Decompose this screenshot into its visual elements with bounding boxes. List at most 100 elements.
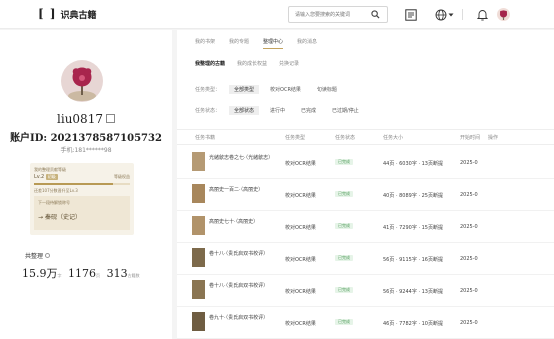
task-size: 46页 · 7782字 · 10页断提 bbox=[383, 321, 443, 327]
level-card: 我的整理贡献等级 Lv.2 初级 等级权益 还差107分数晋升至Lv.3 下一段… bbox=[30, 163, 134, 235]
next-title-text: 秦砚（史记） bbox=[44, 214, 81, 221]
status-badge: 已完成 bbox=[335, 159, 353, 165]
table-row[interactable]: 卷十八·（贵氏启双书校评） 校对OCR结果 已完成 56页 · 9244字 · 13页… bbox=[177, 275, 554, 307]
filter-status-label: 任务状态： bbox=[195, 108, 221, 114]
toc-icon[interactable] bbox=[404, 6, 417, 23]
stats-row: 15.9万字 1176页 313古籍数 bbox=[22, 265, 144, 281]
level-benefits-link[interactable]: 等级权益 bbox=[114, 174, 130, 180]
book-cover[interactable] bbox=[192, 152, 205, 171]
book-title[interactable]: 高丽史七十·（高丽史） bbox=[209, 218, 273, 226]
sub-tabs: 我整理的古籍 我的成长权益 兑换记录 bbox=[195, 60, 299, 67]
phone-value: 181******98 bbox=[74, 147, 112, 154]
logo-text: 识典古籍 bbox=[60, 10, 97, 21]
user-avatar-small[interactable] bbox=[497, 8, 510, 21]
search-box bbox=[288, 6, 388, 23]
task-start-time: 2025-0 bbox=[460, 256, 478, 262]
book-title[interactable]: 光緒歙志卷之七·（光緒歙志） bbox=[209, 154, 273, 162]
stat-pages-num: 1176 bbox=[68, 267, 97, 280]
book-cover[interactable] bbox=[192, 280, 205, 299]
chip-status-expired[interactable]: 已过期/停止 bbox=[327, 106, 364, 115]
chip-type-all[interactable]: 全部类型 bbox=[229, 85, 260, 94]
col-size: 任务大小 bbox=[383, 135, 404, 141]
table-row[interactable]: 卷九十·（贵氏启双书校评） 校对OCR结果 已完成 46页 · 7782字 · 10页… bbox=[177, 307, 554, 339]
subtab-redeem[interactable]: 兑换记录 bbox=[279, 60, 299, 67]
task-size: 56页 · 9115字 · 16页断提 bbox=[383, 257, 443, 263]
stat-books-unit: 古籍数 bbox=[127, 273, 140, 278]
book-cover[interactable] bbox=[192, 312, 205, 331]
col-book: 任务书籍 bbox=[195, 135, 216, 141]
table-row[interactable]: 高丽史一百二·（高丽史） 校对OCR结果 已完成 40页 · 8089字 · 25页断… bbox=[177, 179, 554, 211]
language-switch[interactable] bbox=[433, 6, 455, 23]
subtab-growth[interactable]: 我的成长权益 bbox=[237, 60, 267, 67]
col-status: 任务状态 bbox=[335, 135, 356, 141]
total-label: 共整理 bbox=[25, 251, 51, 260]
tab-bookshelf[interactable]: 我的书架 bbox=[195, 38, 215, 49]
chip-type-punct[interactable]: 句读标题 bbox=[312, 85, 342, 94]
level-progress-bar bbox=[34, 183, 130, 185]
status-badge: 已完成 bbox=[335, 223, 353, 229]
chip-status-all[interactable]: 全部状态 bbox=[229, 106, 260, 115]
search-input[interactable] bbox=[295, 7, 371, 22]
chip-status-inprogress[interactable]: 进行中 bbox=[265, 106, 290, 115]
chip-type-ocr[interactable]: 校对OCR结果 bbox=[265, 85, 306, 94]
chevron-down-icon bbox=[448, 13, 453, 16]
top-bar: [ ] 识典古籍 bbox=[0, 0, 554, 29]
book-cover[interactable] bbox=[192, 184, 205, 203]
col-type: 任务类型 bbox=[285, 135, 306, 141]
book-cover[interactable] bbox=[192, 248, 205, 267]
filter-status: 任务状态： 全部状态 进行中 已完成 已过期/停止 bbox=[195, 106, 370, 115]
task-start-time: 2025-0 bbox=[460, 160, 478, 166]
next-title-label: 下一段待解锁称号 bbox=[38, 200, 70, 205]
topbar-divider bbox=[462, 9, 463, 20]
task-size: 41页 · 7290字 · 15页断提 bbox=[383, 225, 443, 231]
search-icon[interactable] bbox=[371, 10, 380, 19]
book-title[interactable]: 卷九十·（贵氏启双书校评） bbox=[209, 314, 273, 322]
task-size: 44页 · 6030字 · 13页断提 bbox=[383, 161, 443, 167]
info-icon[interactable] bbox=[45, 253, 51, 258]
book-title[interactable]: 卷十八·（贵氏启双书校评） bbox=[209, 282, 273, 290]
tab-messages[interactable]: 我的消息 bbox=[297, 38, 317, 49]
status-badge: 已完成 bbox=[335, 191, 353, 197]
arrow-icon: → bbox=[38, 214, 45, 221]
task-start-time: 2025-0 bbox=[460, 288, 478, 294]
subtab-my-books[interactable]: 我整理的古籍 bbox=[195, 60, 225, 67]
task-type: 校对OCR结果 bbox=[285, 321, 316, 327]
table-row[interactable]: 卷十八·（贵氏启双书校评） 校对OCR结果 已完成 56页 · 9115字 · 16页… bbox=[177, 243, 554, 275]
account-id-label: 账户ID: bbox=[10, 133, 48, 144]
status-badge: 已完成 bbox=[335, 287, 353, 293]
col-action: 操作 bbox=[488, 135, 499, 141]
status-badge: 已完成 bbox=[335, 319, 353, 325]
globe-icon bbox=[435, 9, 446, 20]
status-badge: 已完成 bbox=[335, 255, 353, 261]
main-panel: 我的书架 我的专题 整理中心 我的消息 我整理的古籍 我的成长权益 兑换记录 任… bbox=[177, 30, 554, 339]
next-title-badge: → 秦砚（史记） bbox=[38, 212, 81, 221]
book-cover[interactable] bbox=[192, 216, 205, 235]
total-label-text: 共整理 bbox=[25, 253, 44, 260]
level-progress-fill bbox=[34, 183, 113, 185]
username-text: liu0817 bbox=[57, 112, 103, 126]
edit-icon[interactable] bbox=[105, 114, 115, 123]
level-hint: 还差107分数晋升至Lv.3 bbox=[34, 188, 78, 193]
book-title[interactable]: 卷十八·（贵氏启双书校评） bbox=[209, 250, 273, 258]
level-row: Lv.2 初级 bbox=[34, 174, 58, 180]
tab-topics[interactable]: 我的专题 bbox=[229, 38, 249, 49]
task-start-time: 2025-0 bbox=[460, 192, 478, 198]
logo[interactable]: [ ] 识典古籍 bbox=[38, 7, 97, 21]
stat-words-num: 15.9万 bbox=[22, 267, 58, 280]
level-badge: 初级 bbox=[45, 174, 58, 180]
task-start-time: 2025-0 bbox=[460, 224, 478, 230]
bell-icon[interactable] bbox=[476, 6, 488, 23]
table-row[interactable]: 高丽史七十·（高丽史） 校对OCR结果 已完成 41页 · 7290字 · 15页断提… bbox=[177, 211, 554, 243]
user-avatar[interactable] bbox=[61, 60, 103, 102]
stat-books-num: 313 bbox=[106, 267, 128, 280]
task-start-time: 2025-0 bbox=[460, 320, 478, 326]
next-title-box: 下一段待解锁称号 → 秦砚（史记） bbox=[34, 196, 130, 230]
tab-curation-center[interactable]: 整理中心 bbox=[263, 38, 284, 49]
task-type: 校对OCR结果 bbox=[285, 257, 316, 263]
chip-status-done[interactable]: 已完成 bbox=[296, 106, 321, 115]
table-header: 任务书籍 任务类型 任务状态 任务大小 开始时间 操作 bbox=[177, 129, 554, 145]
table-row[interactable]: 光緒歙志卷之七·（光緒歙志） 校对OCR结果 已完成 44页 · 6030字 · 13… bbox=[177, 147, 554, 179]
stat-pages-unit: 页 bbox=[96, 273, 101, 278]
book-title[interactable]: 高丽史一百二·（高丽史） bbox=[209, 186, 273, 194]
stat-words-unit: 字 bbox=[57, 273, 62, 278]
